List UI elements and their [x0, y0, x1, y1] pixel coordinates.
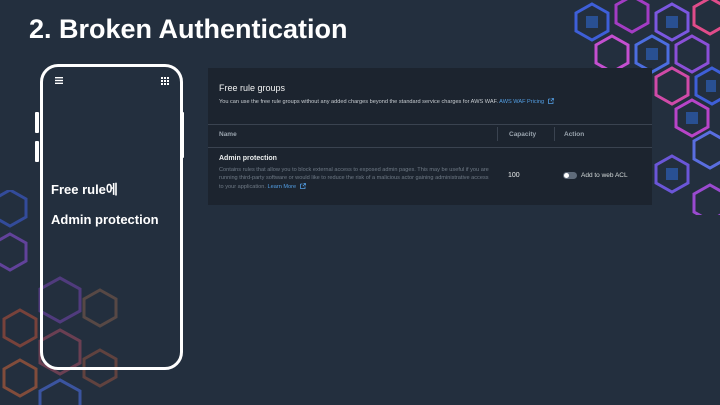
external-link-icon[interactable]	[299, 182, 306, 189]
rule-capacity: 100	[508, 172, 520, 179]
column-header-action: Action	[564, 131, 585, 138]
rule-description: Contains rules that allow you to block e…	[219, 167, 489, 191]
column-header-name[interactable]: Name	[219, 131, 237, 138]
learn-more-link[interactable]: Learn More	[268, 184, 297, 190]
panel-title: Free rule groups	[219, 83, 286, 93]
external-link-icon[interactable]	[547, 98, 554, 104]
panel-header: Free rule groups You can use the free ru…	[219, 83, 644, 105]
rule-description-text: Contains rules that allow you to block e…	[219, 167, 489, 190]
phone-mockup: Free rule에 Admin protection	[40, 64, 183, 370]
panel-description: You can use the free rule groups without…	[219, 98, 644, 105]
column-header-capacity[interactable]: Capacity	[509, 131, 536, 138]
free-rule-groups-panel: Free rule groups You can use the free ru…	[208, 68, 652, 205]
grid-icon[interactable]	[161, 77, 169, 85]
hamburger-menu-icon[interactable]	[55, 77, 63, 84]
add-to-web-acl-label[interactable]: Add to web ACL	[581, 172, 628, 179]
slide-title: 2. Broken Authentication	[29, 14, 348, 44]
phone-side-button	[35, 141, 39, 162]
rule-name: Admin protection	[219, 155, 277, 162]
phone-text-line1: Free rule에	[51, 182, 118, 197]
phone-side-button	[35, 112, 39, 133]
column-divider	[497, 127, 498, 141]
add-to-web-acl-toggle[interactable]	[563, 172, 577, 179]
toggle-knob	[564, 173, 569, 178]
divider	[208, 147, 652, 148]
phone-text-line2: Admin protection	[51, 212, 159, 227]
aws-waf-pricing-link[interactable]: AWS WAF Pricing	[499, 99, 544, 105]
panel-description-text: You can use the free rule groups without…	[219, 99, 498, 105]
divider	[208, 124, 652, 125]
column-divider	[554, 127, 555, 141]
